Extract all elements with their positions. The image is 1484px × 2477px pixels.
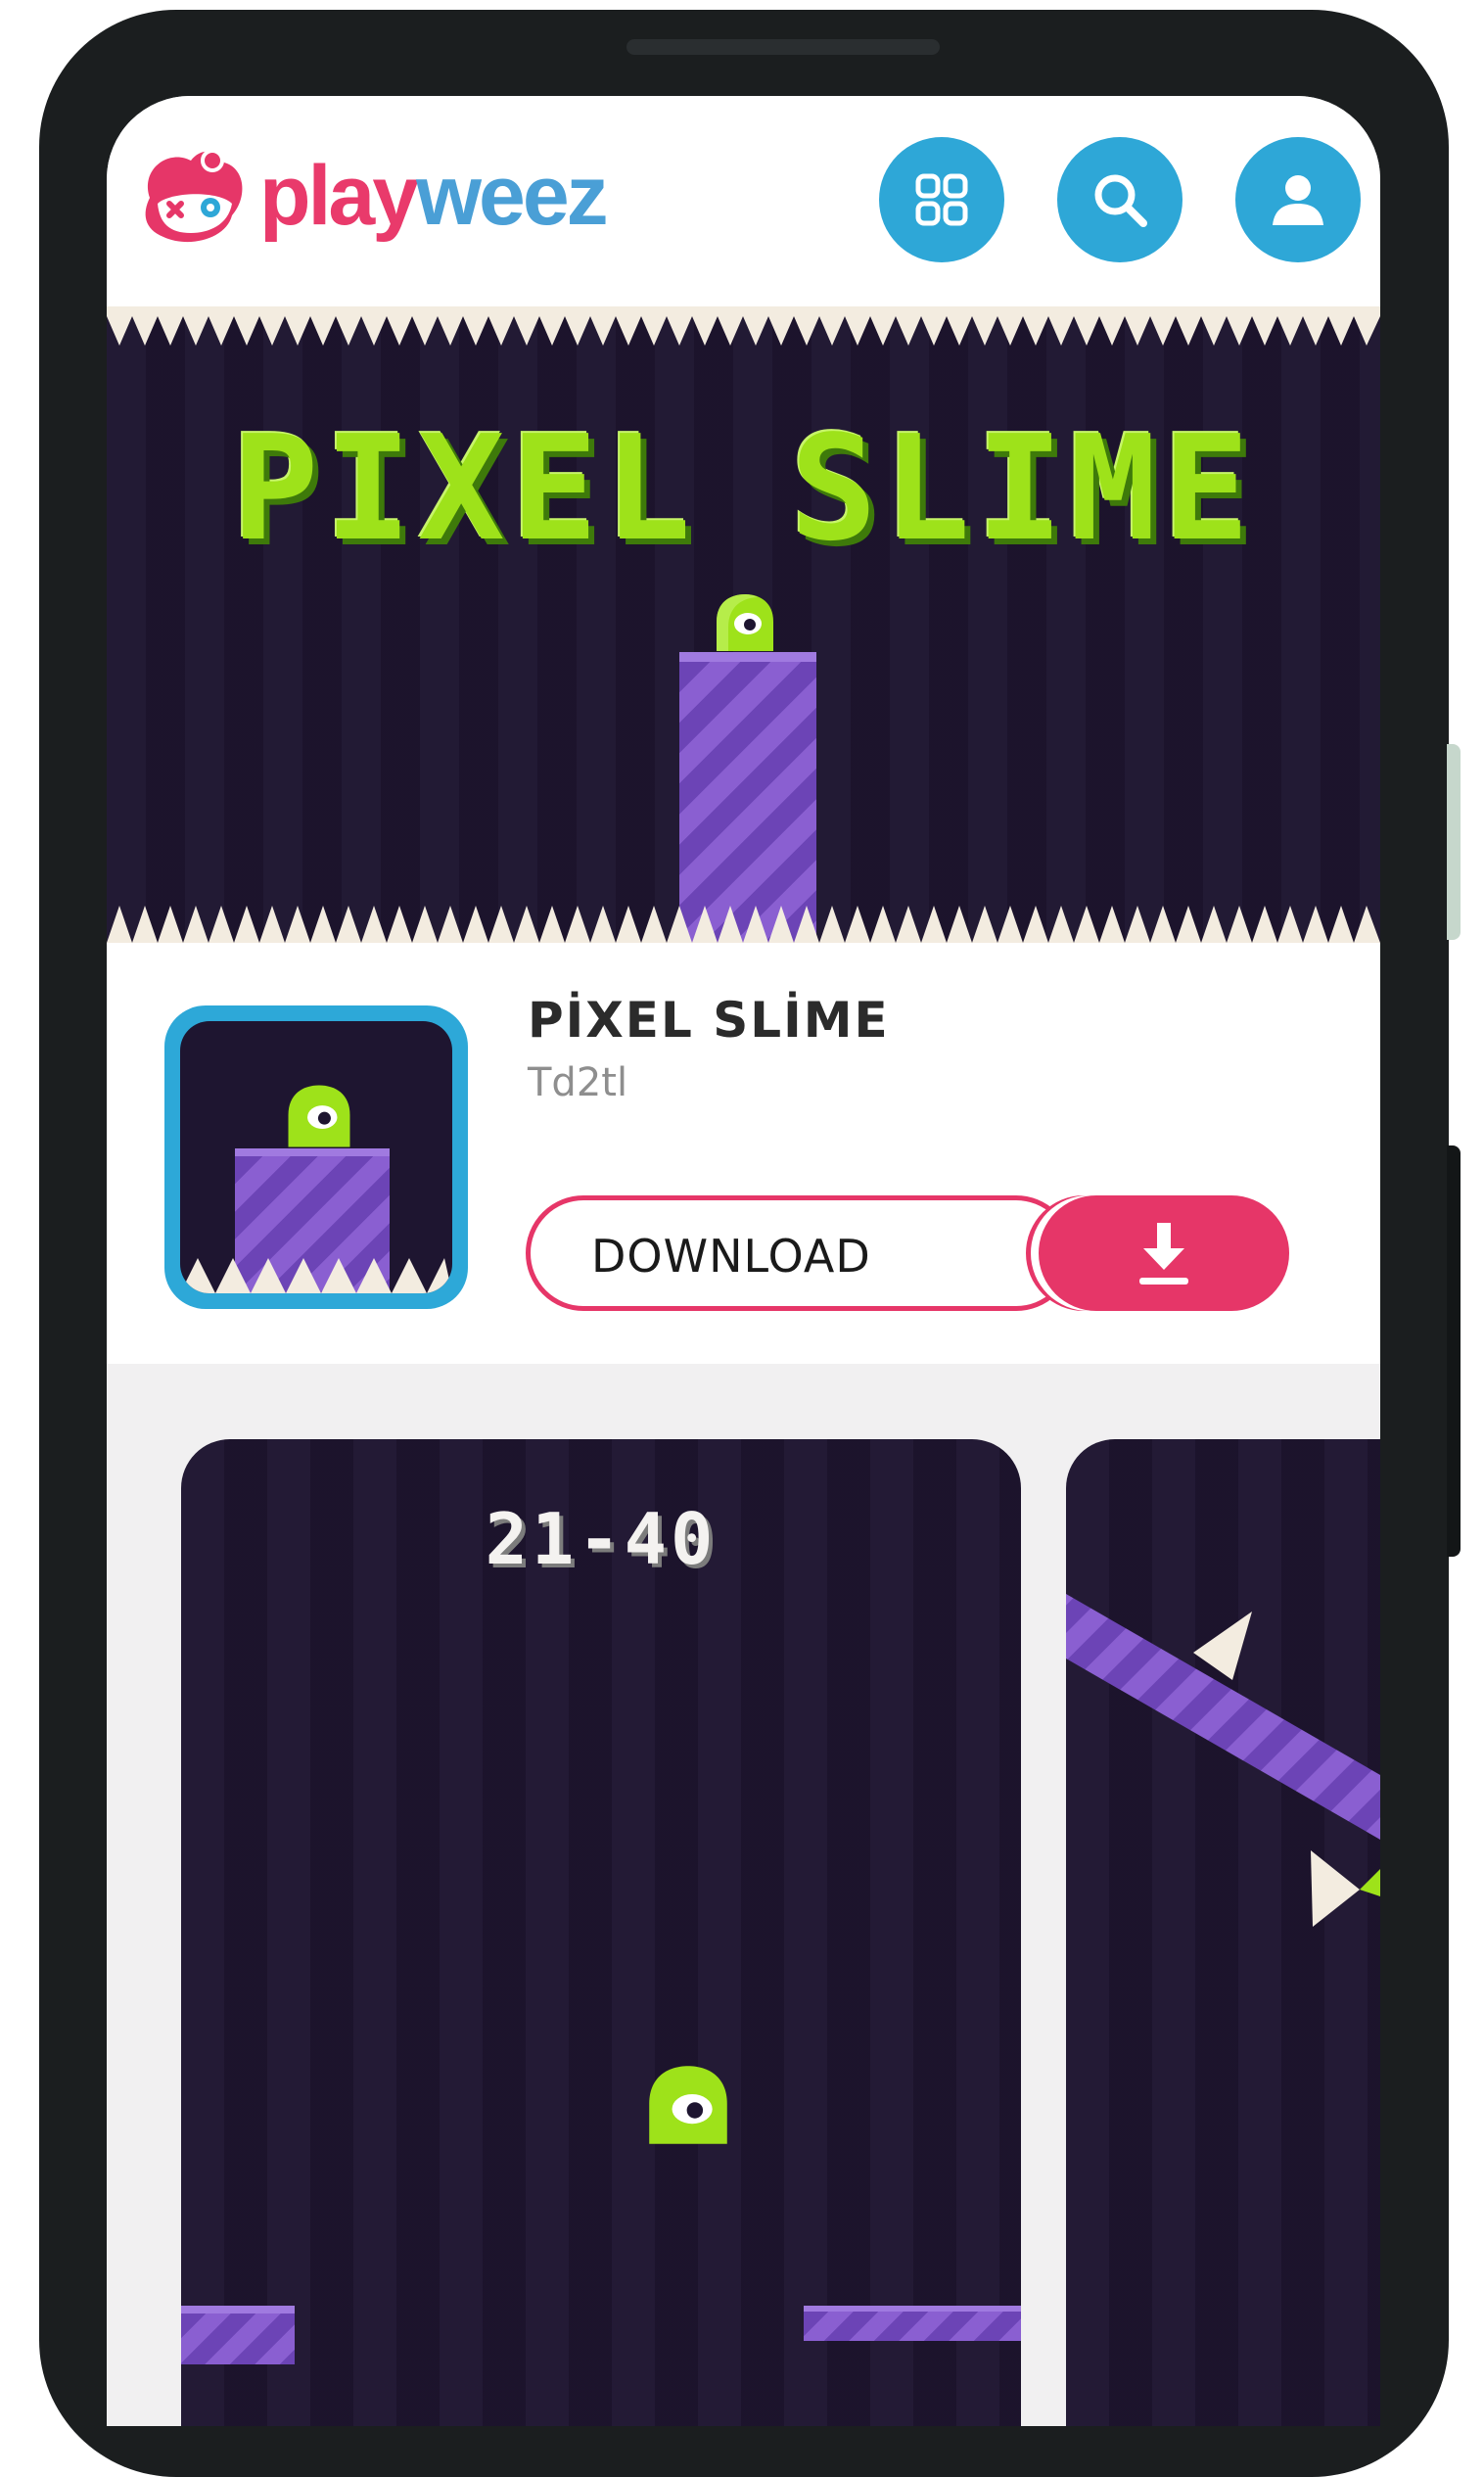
thumbnail-spikes (180, 1258, 452, 1293)
download-label-pill[interactable]: DOWNLOAD (526, 1195, 1074, 1311)
game-thumbnail-image (180, 1021, 452, 1293)
game-info: PİXEL SLİME Td2tl DOWNLOAD (107, 943, 1380, 1364)
download-label: DOWNLOAD (591, 1230, 871, 1283)
download-button[interactable] (1039, 1195, 1289, 1311)
platform-left (181, 2306, 295, 2364)
diagonal-platform (1066, 1594, 1380, 1927)
screenshot-1[interactable]: 21-40 (181, 1439, 1021, 2426)
account-button[interactable] (1235, 137, 1361, 262)
screenshot-background (181, 1439, 1021, 2426)
download-icon (1139, 1223, 1188, 1285)
playweez-logo[interactable]: playweez (130, 139, 639, 266)
user-icon (1273, 175, 1323, 225)
grid-icon (915, 173, 968, 226)
phone-speaker (626, 39, 940, 55)
game-title: PİXEL SLİME (528, 992, 890, 1049)
mascot-logo-icon (145, 149, 243, 243)
banner-top-spikes (107, 306, 1380, 346)
slime-character-icon (717, 594, 773, 651)
phone-volume-button (1447, 744, 1461, 940)
game-banner: PIXEL SLIME (107, 306, 1380, 943)
search-icon (1094, 174, 1147, 227)
screenshot-2[interactable] (1066, 1439, 1380, 2426)
banner-title: PIXEL SLIME (231, 404, 1256, 573)
logo-wordmark: playweez (259, 147, 609, 245)
logo-play-text: play (259, 149, 419, 243)
search-button[interactable] (1057, 137, 1183, 262)
header: playweez (107, 96, 1380, 306)
phone-screen: playweez PIXEL SLIME PİXEL SLİME Td2tl D… (107, 96, 1380, 2426)
game-author[interactable]: Td2tl (528, 1060, 627, 1105)
slime-character-icon (649, 2066, 727, 2144)
download-control[interactable]: DOWNLOAD (526, 1195, 1289, 1311)
categories-button[interactable] (879, 137, 1004, 262)
phone-power-button (1447, 1145, 1461, 1557)
slime-character-icon (288, 1085, 350, 1147)
banner-bottom-spikes (107, 906, 1380, 943)
game-thumbnail[interactable] (164, 1005, 468, 1309)
logo-weez-text: weez (416, 149, 609, 243)
level-range-text: 21-40 (485, 1498, 718, 1580)
platform-right (804, 2306, 1021, 2341)
